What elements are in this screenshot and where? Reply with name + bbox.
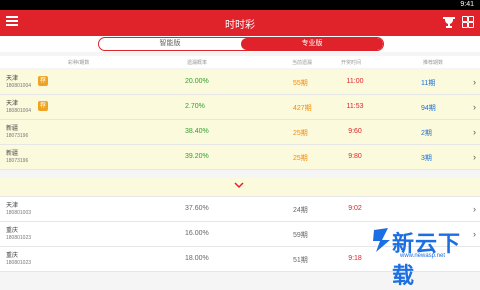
row-name: 天津	[6, 101, 19, 107]
row-code: 18073196	[6, 133, 29, 139]
row-periods: 25期	[293, 130, 308, 137]
chevron-right-icon: ›	[473, 152, 476, 162]
table-row[interactable]: 新疆 18073196 38.40% 25期 9:60 2期 ›	[0, 120, 480, 145]
row-percent: 16.00%	[185, 230, 209, 237]
row-name: 重庆	[6, 253, 19, 259]
row-percent: 37.60%	[185, 205, 209, 212]
row-name: 重庆	[6, 228, 19, 234]
grid-icon[interactable]	[462, 16, 474, 28]
app-bar: 时时彩	[0, 10, 480, 36]
status-time: 9:41	[460, 1, 474, 8]
row-periods: 55期	[293, 80, 308, 87]
expand-toggle[interactable]	[0, 178, 480, 197]
recommend-badge: 荐	[38, 101, 48, 111]
row-next: 2期	[421, 130, 432, 137]
cloud-logo-icon	[373, 228, 390, 252]
tab-pro[interactable]: 专业版	[241, 38, 383, 50]
header-draw-time: 开奖时间	[341, 60, 362, 66]
chevron-right-icon: ›	[473, 102, 476, 112]
version-segmented-control: 智能版 专业版	[98, 37, 384, 51]
row-code: 18073196	[6, 158, 29, 164]
row-percent: 2.70%	[185, 103, 205, 110]
row-percent: 20.00%	[185, 78, 209, 85]
row-time: 11:53	[346, 103, 364, 110]
row-code: 180801004	[6, 108, 32, 114]
row-periods: 427期	[293, 105, 312, 112]
chevron-right-icon: ›	[473, 204, 476, 214]
recommend-badge: 荐	[38, 76, 48, 86]
row-periods: 24期	[293, 207, 308, 214]
table-row[interactable]: 天津 180801003 37.60% 24期 9:02 ›	[0, 197, 480, 222]
row-next: 3期	[421, 155, 432, 162]
row-percent: 18.00%	[185, 255, 209, 262]
table-row[interactable]: 天津 180801004 荐 20.00% 55期 11:00 11期 ›	[0, 70, 480, 95]
row-time: 9:18	[348, 255, 362, 262]
row-periods: 59期	[293, 232, 308, 239]
header-lottery: 彩种/期数	[68, 60, 90, 66]
row-code: 180801023	[6, 260, 32, 266]
row-code: 180801023	[6, 235, 32, 241]
table-row[interactable]: 新疆 18073196 39.20% 25期 9:80 3期 ›	[0, 145, 480, 170]
row-code: 180801003	[6, 210, 32, 216]
row-time: 9:80	[348, 153, 362, 160]
row-percent: 39.20%	[185, 153, 209, 160]
header-probability: 遗漏概率	[187, 60, 208, 66]
row-periods: 51期	[293, 257, 308, 264]
chevron-down-icon	[234, 182, 244, 189]
row-code: 180801004	[6, 83, 32, 89]
row-time: 11:00	[346, 78, 364, 85]
site-watermark: 新云下载 www.newasp.net	[370, 220, 480, 288]
row-time: 9:60	[348, 128, 362, 135]
row-name: 天津	[6, 76, 19, 82]
row-name: 新疆	[6, 126, 19, 132]
table-header: 彩种/期数 遗漏概率 当前遗漏 开奖时间 推荐期数	[0, 56, 480, 68]
row-time: 9:02	[348, 205, 362, 212]
page-title: 时时彩	[225, 20, 255, 31]
trophy-icon[interactable]	[442, 15, 456, 29]
row-next: 11期	[421, 80, 436, 87]
header-recommended: 推荐期数	[423, 60, 444, 66]
table-row[interactable]: 天津 180801004 荐 2.70% 427期 11:53 94期 ›	[0, 95, 480, 120]
row-next: 94期	[421, 105, 436, 112]
watermark-url: www.newasp.net	[400, 253, 446, 259]
header-current-miss: 当前遗漏	[292, 60, 313, 66]
row-periods: 25期	[293, 155, 308, 162]
row-percent: 38.40%	[185, 128, 209, 135]
chevron-right-icon: ›	[473, 77, 476, 87]
chevron-right-icon: ›	[473, 127, 476, 137]
row-name: 新疆	[6, 151, 19, 157]
status-bar: 9:41	[0, 0, 480, 10]
tab-smart[interactable]: 智能版	[99, 38, 241, 50]
segment-bar: 智能版 专业版	[0, 36, 480, 52]
row-name: 天津	[6, 203, 19, 209]
